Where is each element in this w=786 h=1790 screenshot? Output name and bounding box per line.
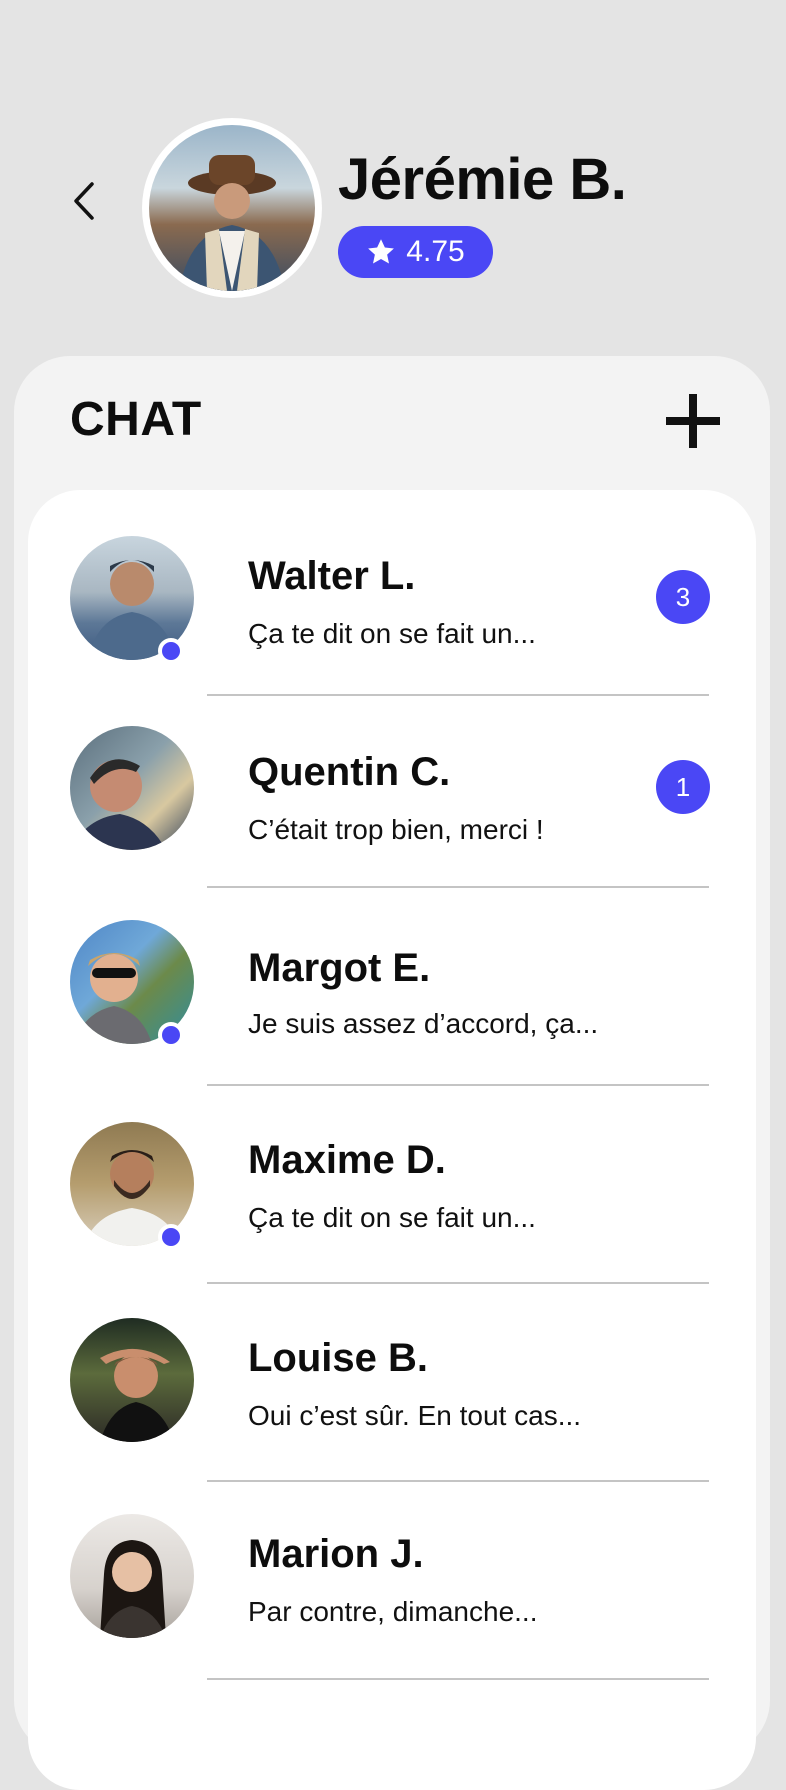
- plus-icon: [666, 394, 720, 448]
- contact-name: Walter L.: [248, 554, 416, 598]
- profile-avatar[interactable]: [142, 118, 322, 298]
- divider: [207, 886, 709, 888]
- conversation-row[interactable]: Quentin C. C’était trop bien, merci ! 1: [0, 720, 786, 918]
- online-indicator: [158, 1224, 184, 1250]
- avatar: [70, 726, 194, 850]
- profile-name: Jérémie B.: [338, 147, 627, 212]
- message-preview: C’était trop bien, merci !: [248, 814, 544, 845]
- contact-name: Quentin C.: [248, 750, 451, 794]
- online-indicator: [158, 638, 184, 664]
- online-indicator: [158, 1022, 184, 1048]
- message-preview: Par contre, dimanche...: [248, 1596, 538, 1627]
- divider: [207, 1084, 709, 1086]
- conversation-row[interactable]: Marion J. Par contre, dimanche...: [0, 1508, 786, 1706]
- back-button[interactable]: [64, 178, 104, 224]
- chevron-left-icon: [74, 182, 94, 220]
- divider: [207, 694, 709, 696]
- message-preview: Ça te dit on se fait un...: [248, 1202, 536, 1233]
- chat-title: CHAT: [70, 393, 202, 446]
- message-preview: Oui c’est sûr. En tout cas...: [248, 1400, 582, 1431]
- divider: [207, 1678, 709, 1680]
- conversation-row[interactable]: Walter L. Ça te dit on se fait un... 3: [0, 530, 786, 728]
- profile-photo: [149, 125, 315, 291]
- add-chat-button[interactable]: [664, 392, 722, 450]
- conversation-row[interactable]: Maxime D. Ça te dit on se fait un...: [0, 1116, 786, 1314]
- rating-badge: 4.75: [338, 226, 493, 278]
- contact-name: Margot E.: [248, 946, 431, 990]
- avatar: [70, 1514, 194, 1638]
- contact-name: Marion J.: [248, 1532, 424, 1576]
- star-icon: [368, 239, 395, 264]
- unread-badge: 3: [656, 570, 710, 624]
- divider: [207, 1282, 709, 1284]
- message-preview: Ça te dit on se fait un...: [248, 618, 536, 649]
- avatar: [70, 1318, 194, 1442]
- contact-name: Maxime D.: [248, 1138, 446, 1182]
- divider: [207, 1480, 709, 1482]
- rating-value: 4.75: [406, 235, 465, 268]
- contact-name: Louise B.: [248, 1336, 429, 1380]
- message-preview: Je suis assez d’accord, ça...: [248, 1008, 599, 1039]
- unread-badge: 1: [656, 760, 710, 814]
